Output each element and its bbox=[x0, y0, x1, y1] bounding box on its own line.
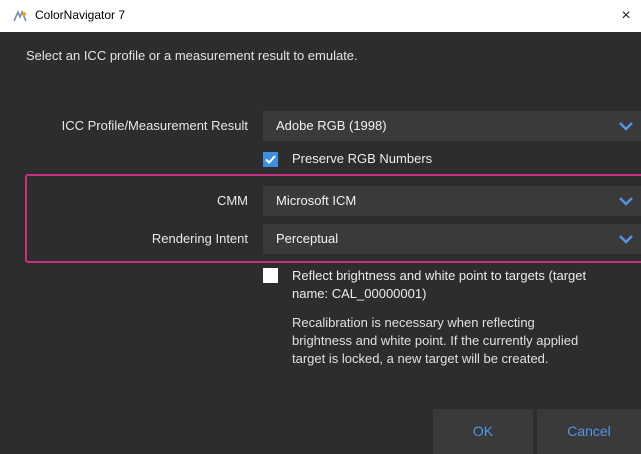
chevron-down-icon bbox=[619, 235, 633, 244]
preserve-rgb-checkbox[interactable] bbox=[263, 152, 278, 167]
reflect-label-line1: Reflect brightness and white point to ta… bbox=[292, 268, 587, 283]
close-button[interactable]: × bbox=[611, 0, 641, 32]
window-title: ColorNavigator 7 bbox=[35, 8, 126, 22]
note-line3: target is locked, a new target will be c… bbox=[292, 351, 549, 366]
cancel-button[interactable]: Cancel bbox=[537, 409, 641, 454]
ok-button[interactable]: OK bbox=[433, 409, 533, 454]
reflect-brightness-label: Reflect brightness and white point to ta… bbox=[292, 267, 638, 303]
icc-profile-label: ICC Profile/Measurement Result bbox=[61, 118, 248, 133]
recalibration-note: Recalibration is necessary when reflecti… bbox=[292, 314, 638, 368]
preserve-rgb-label: Preserve RGB Numbers bbox=[292, 151, 433, 166]
reflect-label-line2: name: CAL_00000001) bbox=[292, 286, 427, 301]
cmm-select[interactable]: Microsoft ICM bbox=[263, 186, 641, 216]
rendering-intent-select[interactable]: Perceptual bbox=[263, 224, 641, 254]
rendering-intent-label: Rendering Intent bbox=[151, 231, 248, 246]
rendering-intent-value: Perceptual bbox=[276, 231, 339, 246]
colornavigator-icon bbox=[13, 10, 27, 22]
title-bar: ColorNavigator 7 × bbox=[0, 0, 641, 32]
cmm-value: Microsoft ICM bbox=[276, 193, 357, 208]
instruction-text: Select an ICC profile or a measurement r… bbox=[26, 48, 358, 63]
note-line2: brightness and white point. If the curre… bbox=[292, 333, 579, 348]
icc-profile-value: Adobe RGB (1998) bbox=[276, 118, 387, 133]
note-line1: Recalibration is necessary when reflecti… bbox=[292, 315, 535, 330]
cmm-label: CMM bbox=[216, 193, 248, 208]
chevron-down-icon bbox=[619, 122, 633, 131]
chevron-down-icon bbox=[619, 197, 633, 206]
checkmark-icon bbox=[265, 155, 276, 164]
reflect-brightness-checkbox[interactable] bbox=[263, 268, 278, 283]
icc-profile-select[interactable]: Adobe RGB (1998) bbox=[263, 111, 641, 141]
